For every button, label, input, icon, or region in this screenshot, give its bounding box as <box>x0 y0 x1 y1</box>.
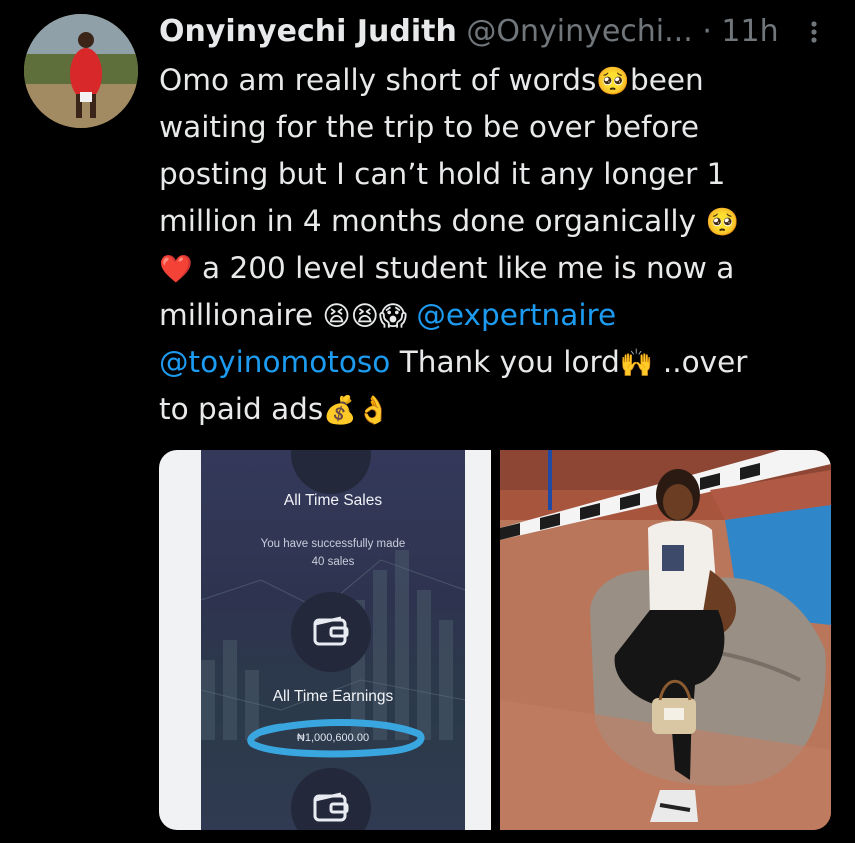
mention-link[interactable]: @expertnaire <box>416 298 616 332</box>
avatar-photo <box>24 14 138 128</box>
text-segment: been <box>630 63 704 97</box>
wallet-icon-top <box>291 450 371 494</box>
tweet-text-line: million in 4 months done organically 🥺 <box>159 198 849 245</box>
mention-link[interactable]: @toyinomotoso <box>159 345 390 379</box>
emoji: ❤️ <box>159 254 193 285</box>
tweet-media[interactable]: All Time Sales You have successfully mad… <box>159 450 831 830</box>
text-segment: to paid ads <box>159 392 324 426</box>
tweet-text-line: millionaire 😫😫😱 @expertnaire <box>159 292 849 339</box>
emoji: 🥺 <box>596 66 631 97</box>
earnings-value: ₦1,000,600.00 <box>296 732 370 744</box>
wallet-icon <box>291 592 371 672</box>
text-segment: millionaire <box>159 298 323 332</box>
sales-message-line1: You have successfully made <box>260 538 406 550</box>
photo-of-woman-seated-on-rock[interactable] <box>500 450 831 830</box>
app-screen: All Time Sales You have successfully mad… <box>201 450 465 830</box>
emoji: 😫😫😱 <box>322 301 407 332</box>
tweet-timestamp[interactable]: 11h <box>721 14 778 49</box>
earnings-title: All Time Earnings <box>272 688 394 705</box>
text-segment: a 200 level student like me is now a <box>192 251 735 285</box>
emoji: 🥺 <box>705 207 740 238</box>
tweet-text-line: to paid ads💰👌 <box>159 386 849 433</box>
text-segment: ..over <box>653 345 748 379</box>
tweet-text-line: waiting for the trip to be over before <box>159 104 849 151</box>
tweet-text-line: @toyinomotoso Thank you lord🙌 ..over <box>159 339 849 386</box>
text-segment: Omo am really short of words <box>159 63 597 97</box>
tweet-text-line: posting but I can’t hold it any longer 1 <box>159 151 849 198</box>
separator-dot: · <box>702 14 712 49</box>
author-name[interactable]: Onyinyechi Judith <box>159 14 457 49</box>
sales-title: All Time Sales <box>283 492 383 509</box>
more-vertical-icon[interactable] <box>807 10 821 54</box>
text-segment <box>407 298 416 332</box>
emoji: 💰👌 <box>323 395 391 426</box>
wallet-icon-bottom <box>291 768 371 830</box>
text-segment: waiting for the trip to be over before <box>159 110 700 144</box>
tweet-header: Onyinyechi Judith @Onyinyechi... · 11h <box>159 10 849 54</box>
author-handle[interactable]: @Onyinyechi... <box>466 14 692 49</box>
author-avatar[interactable] <box>24 14 138 128</box>
tweet-text-line: ❤️ a 200 level student like me is now a <box>159 245 849 292</box>
text-segment: Thank you lord <box>390 345 620 379</box>
outdoor-photo <box>500 450 831 830</box>
tweet-text-line: Omo am really short of words🥺been <box>159 57 849 104</box>
sales-message-line2: 40 sales <box>311 556 355 568</box>
emoji: 🙌 <box>619 348 654 379</box>
earnings-screenshot[interactable]: All Time Sales You have successfully mad… <box>159 450 491 830</box>
tweet-text: Omo am really short of words🥺been waiting… <box>159 57 849 433</box>
text-segment: posting but I can’t hold it any longer 1 <box>159 157 726 191</box>
text-segment: million in 4 months done organically <box>159 204 706 238</box>
